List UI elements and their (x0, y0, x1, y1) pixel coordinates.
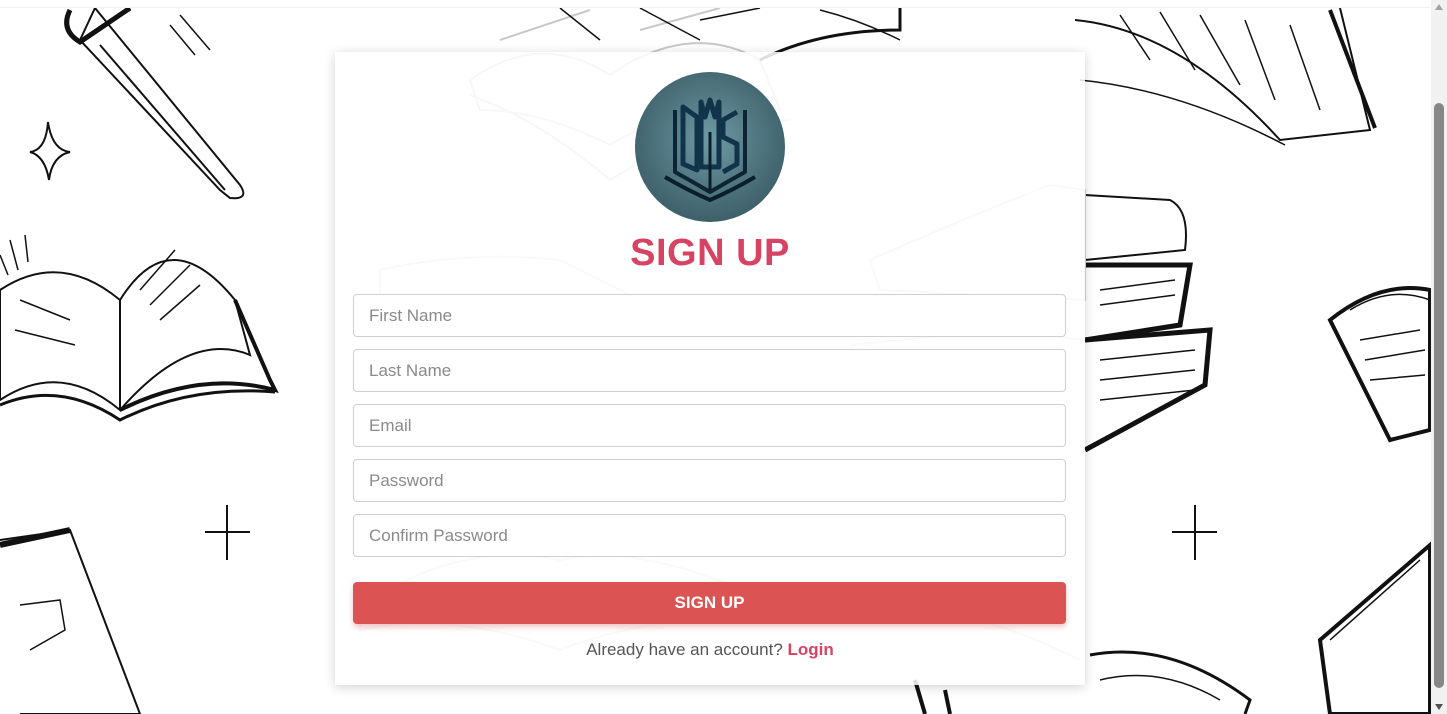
last-name-field[interactable] (353, 349, 1066, 392)
scroll-thumb[interactable] (1434, 103, 1444, 688)
password-field[interactable] (353, 459, 1066, 502)
email-field[interactable] (353, 404, 1066, 447)
signup-button[interactable]: SIGN UP (353, 582, 1066, 624)
confirm-password-field[interactable] (353, 514, 1066, 557)
page-scrollbar[interactable] (1431, 0, 1447, 714)
login-prompt-line: Already have an account? Login (335, 640, 1085, 660)
signup-card: SIGN UP SIGN UP Already have an account?… (335, 52, 1085, 685)
scroll-up-arrow-icon[interactable] (1435, 4, 1443, 10)
login-link[interactable]: Login (788, 640, 834, 659)
window-top-strip (0, 0, 1447, 8)
signup-title: SIGN UP (630, 232, 790, 274)
scroll-down-arrow-icon[interactable] (1435, 704, 1443, 710)
dms-book-logo-icon (635, 72, 785, 222)
login-prompt-text: Already have an account? (586, 640, 783, 659)
first-name-field[interactable] (353, 294, 1066, 337)
